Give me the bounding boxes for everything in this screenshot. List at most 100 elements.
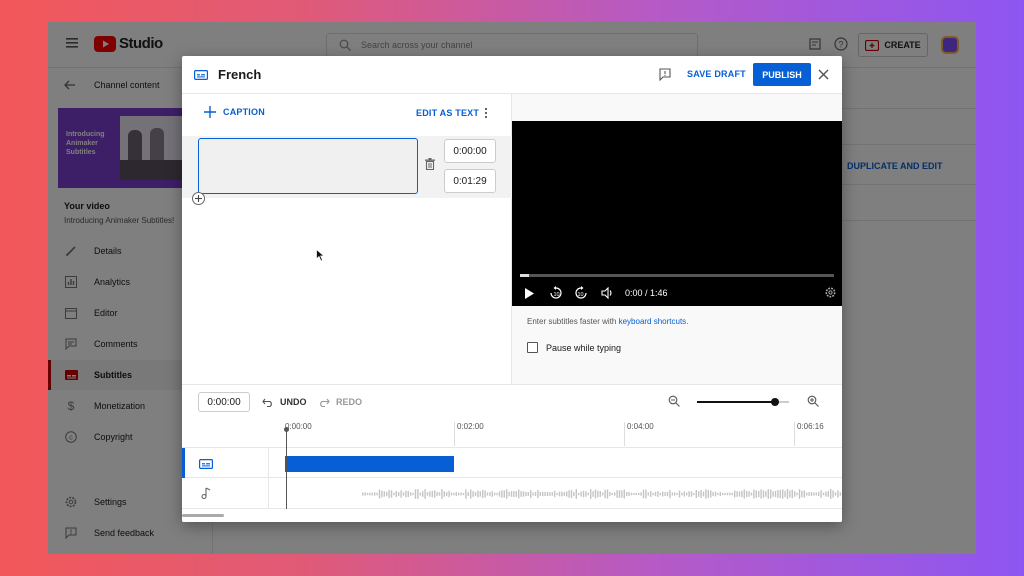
ruler-label: 0:02:00	[457, 422, 484, 431]
waveform-bar	[566, 491, 568, 497]
keyboard-shortcuts-link[interactable]: keyboard shortcuts	[619, 317, 687, 326]
waveform-bar	[818, 491, 820, 497]
waveform-bar	[717, 492, 719, 496]
more-options-icon[interactable]	[484, 107, 488, 119]
waveform-bar	[549, 492, 551, 496]
undo-button[interactable]: UNDO	[262, 397, 307, 407]
waveform-bar	[825, 491, 827, 497]
waveform-bar	[366, 492, 369, 496]
play-icon[interactable]	[525, 288, 534, 299]
publish-label: PUBLISH	[762, 69, 802, 80]
pause-while-typing[interactable]: Pause while typing	[527, 342, 621, 353]
waveform-bar	[496, 492, 498, 496]
waveform-bar	[630, 492, 633, 496]
insert-caption-button[interactable]	[192, 192, 205, 205]
caption-segment[interactable]	[285, 456, 454, 472]
waveform-bar	[594, 489, 597, 499]
playhead-line[interactable]	[286, 429, 287, 509]
timeline-scrollbar[interactable]	[182, 514, 224, 517]
track-divider	[268, 478, 269, 509]
ruler-tick	[794, 422, 795, 446]
rewind-10-icon[interactable]: 10	[549, 286, 563, 300]
waveform-bar	[369, 492, 371, 496]
pause-checkbox[interactable]	[527, 342, 538, 353]
waveform-bar	[405, 490, 407, 498]
zoom-out-icon[interactable]	[668, 395, 680, 407]
waveform-bar	[834, 492, 837, 496]
edit-as-text-button[interactable]: EDIT AS TEXT	[416, 108, 479, 118]
waveform-bar	[609, 491, 611, 497]
settings-gear-icon[interactable]	[825, 287, 836, 298]
waveform-bar	[402, 492, 405, 496]
waveform-bar	[765, 491, 767, 497]
waveform-bar	[489, 492, 491, 496]
waveform-bar	[820, 490, 822, 498]
waveform-bar	[393, 492, 395, 496]
waveform-bar	[542, 491, 544, 497]
waveform-bar	[412, 492, 414, 496]
waveform-bar	[443, 491, 445, 497]
video-player[interactable]: 10 10 0:00 / 1:46	[512, 121, 842, 306]
waveform-bar	[398, 492, 400, 496]
zoom-in-icon[interactable]	[807, 395, 819, 407]
waveform-bar	[606, 489, 609, 499]
waveform-bar	[638, 492, 640, 496]
waveform-bar	[604, 489, 606, 499]
publish-button[interactable]: PUBLISH	[753, 63, 811, 86]
hint-prefix: Enter subtitles faster with	[527, 317, 619, 326]
waveform-bar	[479, 491, 481, 497]
waveform-bar	[364, 492, 366, 496]
waveform-bar	[582, 490, 585, 498]
waveform-bar	[822, 492, 825, 496]
progress-track[interactable]	[520, 274, 834, 277]
pause-label: Pause while typing	[546, 342, 622, 353]
waveform-bar	[417, 489, 419, 499]
waveform-bar	[448, 490, 450, 498]
trash-icon[interactable]	[425, 158, 435, 170]
waveform-bar	[381, 490, 383, 498]
waveform-bar	[741, 490, 743, 498]
waveform-bar	[436, 491, 438, 497]
track-indicator	[182, 448, 185, 479]
volume-icon[interactable]	[601, 287, 614, 299]
timeline-panel: 0:00:00 UNDO REDO 0:00:00 0:02:00 0:04:0…	[182, 384, 842, 522]
waveform-bar	[674, 492, 676, 496]
add-caption-button[interactable]: CAPTION	[204, 106, 265, 118]
waveform-bar	[662, 491, 664, 497]
undo-label: UNDO	[280, 397, 307, 407]
close-icon[interactable]	[818, 69, 829, 80]
waveform-bar	[698, 491, 700, 497]
ruler-label: 0:04:00	[627, 422, 654, 431]
waveform-bar	[758, 491, 760, 497]
audio-waveform	[362, 489, 841, 499]
waveform-bar	[494, 492, 496, 496]
waveform-bar	[791, 489, 793, 499]
start-time-field[interactable]: 0:00:00	[444, 139, 496, 163]
end-time-field[interactable]: 0:01:29	[444, 169, 496, 193]
waveform-bar	[472, 491, 474, 497]
waveform-bar	[683, 491, 685, 497]
waveform-bar	[798, 489, 801, 499]
waveform-bar	[510, 491, 513, 497]
forward-10-icon[interactable]: 10	[574, 286, 588, 300]
undo-icon	[262, 398, 272, 407]
caption-text-input[interactable]	[198, 138, 418, 194]
waveform-bar	[774, 491, 777, 497]
waveform-bar	[762, 490, 765, 498]
waveform-bar	[537, 489, 539, 499]
redo-icon	[320, 398, 330, 407]
waveform-bar	[460, 492, 462, 496]
waveform-bar	[803, 490, 805, 498]
waveform-bar	[580, 491, 582, 497]
zoom-slider-thumb[interactable]	[771, 398, 780, 406]
waveform-bar	[832, 490, 834, 498]
dialog-title: French	[218, 67, 262, 82]
waveform-bar	[616, 490, 618, 498]
report-feedback-icon[interactable]	[659, 68, 671, 81]
redo-button[interactable]: REDO	[318, 397, 362, 407]
waveform-bar	[570, 490, 573, 498]
save-draft-button[interactable]: SAVE DRAFT	[687, 69, 746, 79]
waveform-bar	[714, 491, 717, 497]
zoom-slider[interactable]	[697, 398, 789, 406]
timeline-time-field[interactable]: 0:00:00	[198, 392, 250, 412]
